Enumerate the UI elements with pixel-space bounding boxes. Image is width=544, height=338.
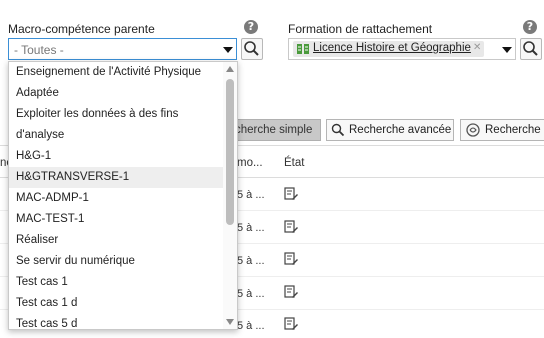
formation-label: Formation de rattachement — [288, 22, 433, 36]
macro-competence-value: - Toutes - — [14, 43, 64, 57]
formation-select[interactable]: Licence Histoire et Géographie ✕ — [288, 38, 516, 60]
simple-search-button[interactable]: cherche simple — [225, 119, 321, 141]
semantic-search-label: Recherche S — [485, 124, 544, 136]
macro-competence-label: Macro-compétence parente — [8, 22, 155, 36]
dropdown-option[interactable]: Test cas 1 d — [9, 293, 223, 314]
close-icon[interactable]: ✕ — [473, 42, 481, 53]
dropdown-option[interactable]: MAC-ADMP-1 — [9, 188, 223, 209]
mod-cell: 5 à ... — [237, 255, 265, 267]
dropdown-option[interactable]: Réaliser — [9, 230, 223, 251]
advanced-search-button[interactable]: Recherche avancée — [326, 119, 454, 141]
search-icon — [244, 41, 259, 56]
column-header-etat[interactable]: État — [284, 157, 304, 169]
search-icon — [523, 41, 538, 56]
dropdown-option[interactable]: Enseignement de l'Activité Physique — [9, 62, 223, 83]
dropdown-option[interactable]: d'analyse — [9, 125, 223, 146]
book-icon — [297, 44, 309, 54]
edit-icon[interactable] — [284, 187, 298, 201]
chevron-down-icon[interactable] — [502, 47, 512, 53]
brain-icon — [466, 123, 480, 137]
dropdown-option[interactable]: H&G-1 — [9, 146, 223, 167]
dropdown-option[interactable]: Test cas 1 — [9, 272, 223, 293]
dropdown-scrollbar[interactable] — [223, 62, 237, 329]
search-icon — [331, 123, 345, 137]
dropdown-option-highlighted[interactable]: H&GTRANSVERSE-1 — [9, 167, 223, 188]
advanced-search-label: Recherche avancée — [349, 124, 452, 136]
edit-icon[interactable] — [284, 285, 298, 299]
scrollbar-thumb[interactable] — [226, 79, 234, 225]
edit-icon[interactable] — [284, 220, 298, 234]
macro-competence-select[interactable]: - Toutes - — [8, 38, 237, 60]
dropdown-option[interactable]: Test cas 5 d — [9, 314, 223, 329]
search-button[interactable] — [241, 38, 263, 60]
dropdown-option[interactable]: Exploiter les données à des fins — [9, 104, 223, 125]
help-icon[interactable]: ? — [523, 20, 537, 34]
column-header-mod[interactable]: mo... — [237, 157, 263, 169]
mod-cell: 5 à ... — [237, 288, 265, 300]
dropdown-option[interactable]: Adaptée — [9, 83, 223, 104]
dropdown-option[interactable]: MAC-TEST-1 — [9, 209, 223, 230]
semantic-search-button[interactable]: Recherche S — [460, 119, 544, 141]
scroll-down-icon[interactable] — [226, 319, 234, 325]
macro-competence-dropdown[interactable]: Enseignement de l'Activité Physique Adap… — [8, 61, 238, 330]
formation-tag-label[interactable]: Licence Histoire et Géographie — [313, 42, 471, 54]
edit-icon[interactable] — [284, 252, 298, 266]
edit-icon[interactable] — [284, 317, 298, 331]
help-icon[interactable]: ? — [244, 20, 258, 34]
scroll-up-icon[interactable] — [226, 66, 234, 72]
mod-cell: 5 à ... — [237, 189, 265, 201]
mod-cell: 5 à ... — [237, 320, 265, 332]
search-button[interactable] — [520, 38, 542, 60]
chevron-down-icon[interactable] — [223, 47, 233, 53]
dropdown-option[interactable]: Se servir du numérique — [9, 251, 223, 272]
formation-tag: Licence Histoire et Géographie ✕ — [293, 41, 484, 57]
mod-cell: 5 à ... — [237, 222, 265, 234]
